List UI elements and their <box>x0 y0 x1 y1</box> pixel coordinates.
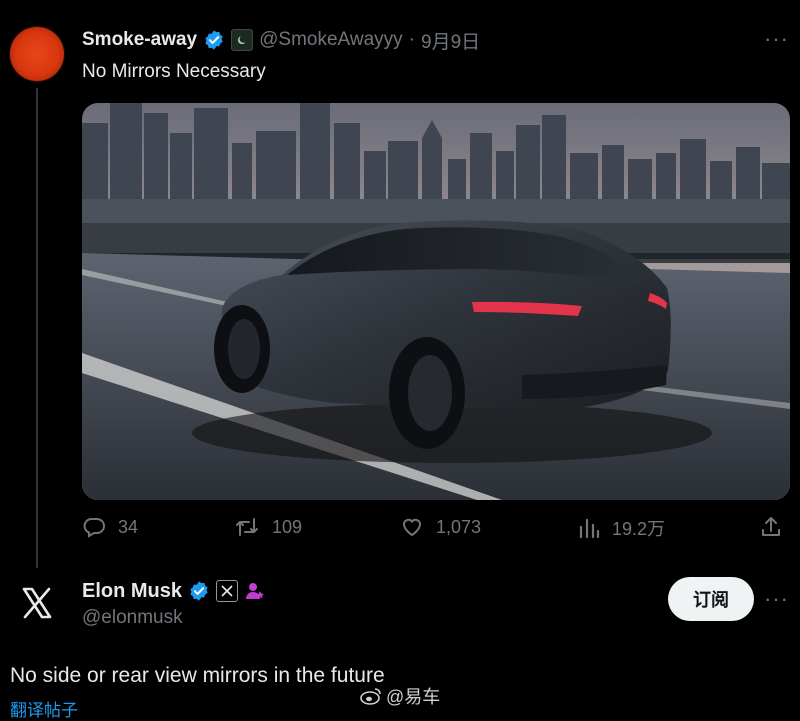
affiliate-badge-icon <box>231 29 254 51</box>
like-icon <box>402 518 422 537</box>
tweet1-separator: · <box>408 29 415 50</box>
thread-line <box>36 88 38 568</box>
verified-badge-icon <box>205 30 223 50</box>
car-photo-illustration <box>82 103 790 500</box>
x-logo-icon[interactable] <box>20 586 54 620</box>
tweet1-media-image[interactable] <box>82 103 790 500</box>
tweet2-header: Elon Musk <box>82 577 266 605</box>
avatar-smoke-away[interactable] <box>10 27 64 81</box>
tweet1-handle[interactable]: @SmokeAwayyy <box>259 29 403 51</box>
more-icon[interactable]: ··· <box>764 26 789 52</box>
tweet1-date[interactable]: 9月9日 <box>421 27 480 54</box>
reply-icon <box>83 518 105 538</box>
repost-button[interactable]: 109 <box>234 515 302 539</box>
verified-badge-icon <box>190 581 208 601</box>
tweet1-display-name[interactable]: Smoke-away <box>82 29 197 51</box>
share-button[interactable] <box>760 515 782 539</box>
tweet1-action-bar: 34 109 1,073 19.2万 <box>82 515 790 549</box>
x-affiliate-badge-icon <box>216 580 239 602</box>
reply-button[interactable]: 34 <box>82 515 138 539</box>
repost-icon <box>236 518 258 536</box>
tweet2-handle[interactable]: @elonmusk <box>82 607 183 629</box>
subscribe-button[interactable]: 订阅 <box>668 577 754 621</box>
tweet2-display-name[interactable]: Elon Musk <box>82 580 182 603</box>
views-count: 19.2万 <box>612 519 666 539</box>
repost-count: 109 <box>272 516 303 537</box>
tweet1-text: No Mirrors Necessary <box>82 61 266 82</box>
more-icon[interactable]: ··· <box>764 586 789 612</box>
views-icon <box>579 518 600 539</box>
like-count: 1,073 <box>436 516 482 537</box>
share-icon <box>762 517 780 536</box>
subscriber-badge-icon <box>246 583 265 599</box>
reply-count: 34 <box>118 516 139 537</box>
weibo-icon <box>360 688 381 705</box>
views-button[interactable]: 19.2万 <box>578 515 665 541</box>
tweet1-header: Smoke-away @SmokeAwayyy · 9月9日 <box>82 26 480 54</box>
like-button[interactable]: 1,073 <box>400 515 481 539</box>
tweet2-text: No side or rear view mirrors in the futu… <box>10 664 385 687</box>
watermark: @易车 <box>360 683 440 709</box>
translate-post-link[interactable]: 翻译帖子 <box>10 696 78 721</box>
watermark-text: @易车 <box>386 687 441 707</box>
